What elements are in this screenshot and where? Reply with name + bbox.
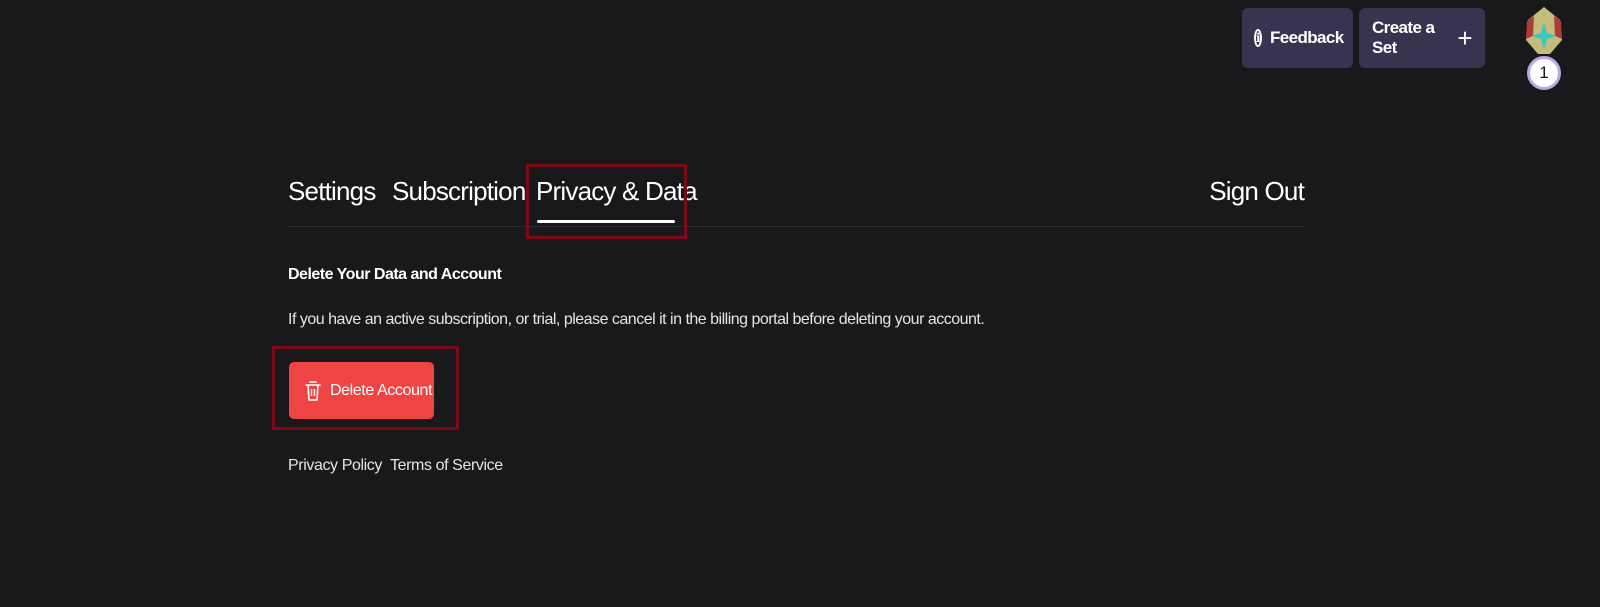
plus-icon: + bbox=[1457, 23, 1472, 53]
sign-out-button[interactable]: Sign Out bbox=[1209, 176, 1305, 207]
delete-account-button[interactable]: Delete Account bbox=[289, 362, 434, 419]
create-set-button[interactable]: Create a Set + bbox=[1359, 8, 1485, 68]
footer-links: Privacy Policy Terms of Service bbox=[288, 457, 503, 475]
tab-settings[interactable]: Settings bbox=[288, 176, 376, 207]
section-title: Delete Your Data and Account bbox=[288, 266, 502, 283]
feedback-label: Feedback bbox=[1269, 28, 1344, 47]
tab-subscription[interactable]: Subscription bbox=[392, 176, 526, 207]
trash-icon bbox=[305, 380, 321, 401]
info-icon: i bbox=[1254, 29, 1262, 47]
create-set-label: Create a Set bbox=[1372, 18, 1435, 57]
level-badge: 1 bbox=[1527, 56, 1561, 90]
active-tab-indicator bbox=[537, 220, 675, 223]
avatar bbox=[1526, 7, 1562, 54]
account-tabs: Settings Subscription Privacy & Data Sig… bbox=[288, 164, 1305, 227]
delete-account-label: Delete Account bbox=[330, 381, 433, 399]
page: i Feedback Create a Set + 1 Settings Sub… bbox=[0, 0, 1600, 607]
tab-privacy-data[interactable]: Privacy & Data bbox=[536, 176, 698, 207]
terms-of-service-link[interactable]: Terms of Service bbox=[390, 457, 503, 475]
feedback-button[interactable]: i Feedback bbox=[1242, 8, 1353, 68]
header-actions: i Feedback Create a Set + bbox=[1242, 8, 1485, 68]
user-avatar-menu[interactable]: 1 bbox=[1524, 6, 1564, 90]
privacy-policy-link[interactable]: Privacy Policy bbox=[288, 457, 382, 475]
section-description: If you have an active subscription, or t… bbox=[288, 311, 985, 328]
